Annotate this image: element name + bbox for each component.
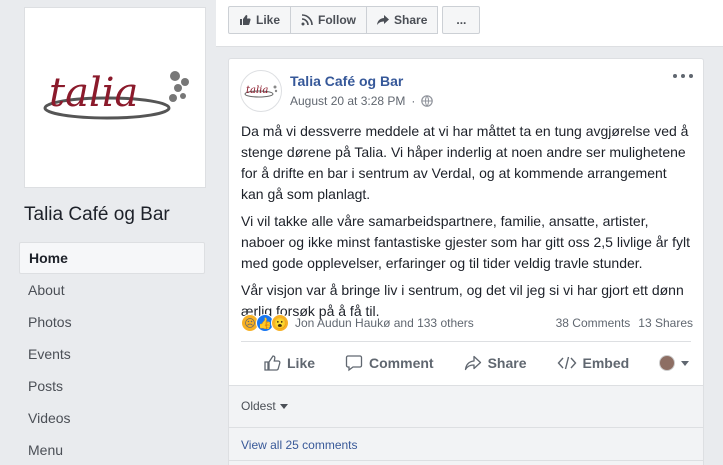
divider	[229, 460, 703, 461]
comment-sort-dropdown[interactable]: Oldest	[241, 399, 288, 413]
comment-sort-label: Oldest	[241, 399, 276, 413]
reactions-bar: ☹ 👍 😮 Jon Audun Haukø and 133 others 38 …	[241, 313, 693, 333]
chevron-down-icon	[279, 403, 288, 409]
page-profile-picture[interactable]: talia	[24, 7, 206, 188]
comments-count-link[interactable]: 38 Comments	[556, 316, 631, 330]
divider	[229, 427, 703, 428]
page-share-label: Share	[394, 13, 428, 27]
dot-icon	[689, 74, 693, 78]
nav-posts[interactable]: Posts	[19, 370, 205, 402]
user-avatar	[659, 355, 676, 371]
post-paragraph: Da må vi dessverre meddele at vi har måt…	[241, 123, 689, 202]
comments-section: Oldest View all 25 comments	[229, 385, 703, 465]
nav-about[interactable]: About	[19, 274, 205, 306]
thumbs-up-icon	[264, 355, 281, 371]
share-arrow-icon	[377, 15, 390, 25]
talia-logo-small: talia	[244, 85, 278, 98]
rss-icon	[301, 14, 313, 26]
view-all-comments-link[interactable]: View all 25 comments	[241, 438, 358, 452]
code-embed-icon	[557, 356, 576, 370]
page-title[interactable]: Talia Café og Bar	[24, 204, 170, 226]
page-like-label: Like	[256, 13, 281, 27]
comment-bubble-icon	[345, 355, 363, 372]
nav-events[interactable]: Events	[19, 338, 205, 370]
post-author-name[interactable]: Talia Café og Bar	[290, 73, 403, 89]
nav-home[interactable]: Home	[19, 242, 205, 274]
talia-logo: talia	[43, 70, 189, 119]
nav-menu[interactable]: Menu	[19, 434, 205, 465]
reactors-link[interactable]: Jon Audun Haukø and 133 others	[295, 316, 474, 330]
dot-separator: ·	[411, 94, 416, 108]
post-embed-label: Embed	[582, 355, 630, 371]
chevron-down-icon	[681, 360, 690, 366]
post-embed-button[interactable]: Embed	[557, 354, 630, 372]
globe-icon[interactable]	[421, 95, 434, 107]
post-body: Da må vi dessverre meddele at vi har måt…	[241, 121, 693, 328]
post-as-selector[interactable]	[659, 355, 690, 371]
post-like-button[interactable]: Like	[263, 354, 315, 372]
page-nav: Home About Photos Events Posts Videos Me…	[19, 242, 205, 465]
nav-photos[interactable]: Photos	[19, 306, 205, 338]
svg-text:talia: talia	[49, 70, 138, 116]
dot-icon	[681, 74, 685, 78]
post-paragraph: Vi vil takke alle våre samarbeidspartner…	[241, 213, 690, 271]
post-like-label: Like	[287, 355, 316, 371]
svg-text:talia: talia	[246, 85, 268, 96]
post-meta: August 20 at 3:28 PM ·	[290, 94, 434, 108]
left-column: talia Talia Café og Bar Home About Photo…	[0, 0, 216, 465]
post-timestamp[interactable]: August 20 at 3:28 PM	[290, 94, 405, 108]
post-comment-label: Comment	[369, 355, 434, 371]
post-card: talia Talia Café og Bar August 20 at 3:2…	[228, 58, 704, 465]
page-follow-label: Follow	[318, 13, 357, 27]
more-dots-icon: ...	[456, 13, 467, 27]
post-author-avatar[interactable]: talia	[240, 70, 282, 112]
dot-icon	[673, 74, 677, 78]
shares-count-link[interactable]: 13 Shares	[638, 316, 693, 330]
post-share-label: Share	[487, 355, 527, 371]
page-action-bar: Like Follow Share ...	[216, 0, 723, 47]
divider	[241, 341, 691, 342]
post-share-button[interactable]: Share	[464, 354, 527, 372]
nav-videos[interactable]: Videos	[19, 402, 205, 434]
thumbs-up-icon	[240, 15, 251, 25]
share-arrow-icon	[464, 355, 481, 371]
wow-reaction-icon[interactable]: 😮	[271, 314, 289, 332]
page-more-button[interactable]: ...	[442, 6, 481, 34]
post-actions: Like Comment Share Embed	[241, 346, 693, 380]
page-like-button[interactable]: Like	[228, 6, 292, 34]
post-options-button[interactable]	[673, 69, 693, 83]
post-comment-button[interactable]: Comment	[345, 354, 434, 372]
page-share-button[interactable]: Share	[366, 6, 439, 34]
page-follow-button[interactable]: Follow	[290, 6, 368, 34]
